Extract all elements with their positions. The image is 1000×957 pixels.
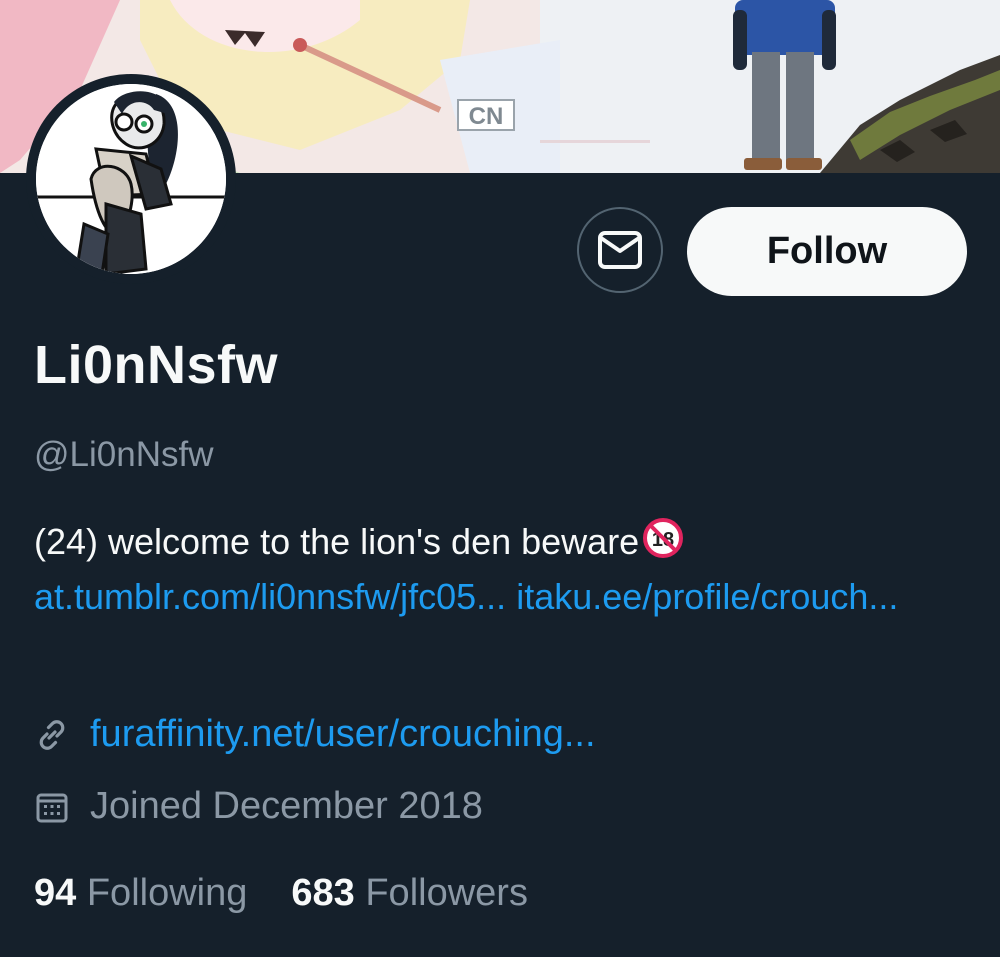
envelope-icon [598, 231, 642, 269]
display-name: Li0nNsfw [34, 335, 279, 395]
banner-watermark: CN [469, 103, 504, 130]
followers-link[interactable]: 683 Followers [291, 872, 528, 915]
calendar-icon [36, 793, 68, 822]
bio-link-itaku[interactable]: itaku.ee/profile/crouch... [516, 576, 898, 617]
followers-count: 683 [291, 872, 355, 914]
following-label: Following [86, 872, 248, 914]
no-under-18-icon: 18 [641, 516, 685, 560]
follow-button[interactable]: Follow [687, 207, 967, 296]
following-link[interactable]: 94 Following [34, 872, 247, 915]
website-row: furaffinity.net/user/crouching... [34, 713, 596, 756]
profile-avatar[interactable] [26, 74, 236, 284]
bio-link-tumblr[interactable]: at.tumblr.com/li0nnsfw/jfc05... [34, 576, 506, 617]
link-icon [39, 719, 65, 750]
website-link[interactable]: furaffinity.net/user/crouching... [90, 713, 596, 756]
followers-label: Followers [365, 872, 528, 914]
follow-stats: 94 Following 683 Followers [34, 872, 572, 915]
joined-date: Joined December 2018 [90, 785, 483, 827]
message-button[interactable] [577, 207, 663, 293]
following-count: 94 [34, 872, 77, 914]
user-handle: @Li0nNsfw [34, 435, 214, 474]
profile-bio: (24) welcome to the lion's den beware18 … [34, 514, 974, 624]
joined-row: Joined December 2018 [34, 785, 483, 828]
bio-text: (24) welcome to the lion's den beware [34, 521, 640, 562]
